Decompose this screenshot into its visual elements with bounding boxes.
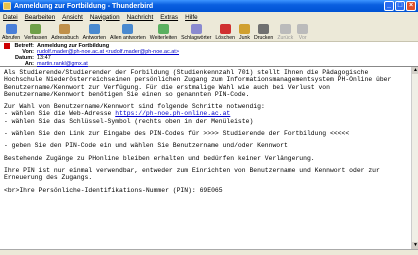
menu-bar: Datei Bearbeiten Ansicht Navigation Nach… [0,12,418,22]
toolbar-label: Schlagwörter [181,35,212,41]
body-paragraph: Zur Wahl von Benutzername/Kennwort sind … [4,103,407,125]
menu-nachricht[interactable]: Nachricht [127,14,154,21]
menu-datei[interactable]: Datei [3,14,18,21]
thunderbird-icon [3,2,11,10]
vertical-scrollbar[interactable]: ▲ ▼ [411,67,418,249]
toolbar-button-back[interactable]: Zurück [277,24,293,41]
menu-extras[interactable]: Extras [160,14,178,21]
toolbar-label: Antworten [82,35,107,41]
body-paragraph: - geben Sie den PIN-Code ein und wählen … [4,142,288,150]
web-address-link[interactable]: https://ph-noe.ph-online.ac.at [115,110,230,117]
from-link[interactable]: rudolf.mader@ph-noe.ac.at <rudolf.mader@… [37,49,179,55]
back-icon [279,24,291,34]
menu-hilfe[interactable]: Hilfe [185,14,198,21]
toolbar-button-address-book[interactable]: Adressbuch [51,24,79,41]
scroll-up-icon[interactable]: ▲ [412,67,418,74]
toolbar-button-get-mail[interactable]: Abrufen [2,24,20,41]
body-line: - wählen Sie die Web-Adresse https://ph-… [4,110,230,117]
menu-ansicht[interactable]: Ansicht [62,14,83,21]
body-paragraph: Als Studierende/Studierender der Forbild… [4,69,396,98]
toolbar-label: Vor [298,35,307,41]
toolbar-label: Löschen [215,35,235,41]
toolbar-label: Junk [239,35,250,41]
reply-all-icon [122,24,134,34]
toolbar-button-tag[interactable]: Schlagwörter [181,24,211,41]
toolbar-button-junk[interactable]: Junk [238,24,250,41]
menu-bearbeiten[interactable]: Bearbeiten [25,14,55,21]
menu-navigation[interactable]: Navigation [90,14,120,21]
body-line: Zur Wahl von Benutzername/Kennwort sind … [4,103,265,111]
toolbar-label: Abrufen [2,35,21,41]
forward-icon [157,24,169,34]
reply-icon [88,24,100,34]
toolbar-button-forward-nav[interactable]: Vor [297,24,309,41]
body-paragraph: - wählen Sie den Link zur Eingabe des PI… [4,130,350,138]
toolbar-label: Verfassen [24,35,48,41]
body-paragraph: Ihre PIN ist nur einmal verwendbar, entw… [4,166,384,182]
toolbar-button-reply-all[interactable]: Allen antworten [110,24,146,41]
body-paragraph: Bestehende Zugänge zu PHonline bleiben e… [4,154,315,162]
delete-icon [219,24,231,34]
window-title: Anmeldung zur Fortbildung - Thunderbird [14,2,154,10]
toolbar-label: Adressbuch [51,35,79,41]
maximize-button[interactable]: □ [395,1,405,11]
toolbar-button-compose[interactable]: Verfassen [24,24,47,41]
body-text: - wählen Sie die Web-Adresse [4,110,116,118]
forward-nav-icon [297,24,309,34]
toolbar-button-reply[interactable]: Antworten [83,24,106,41]
get-mail-icon [5,24,17,34]
body-paragraph: <br>Ihre Persönliche-Identifikations-Num… [4,186,223,194]
toolbar-label: Zurück [277,35,294,41]
toolbar-label: Drucken [253,35,274,41]
toolbar-label: Weiterleiten [149,35,178,41]
scroll-down-icon[interactable]: ▼ [412,242,418,249]
compose-icon [30,24,42,34]
title-bar: Anmeldung zur Fortbildung - Thunderbird … [0,0,418,12]
toolbar-button-delete[interactable]: Löschen [215,24,235,41]
status-bar [0,249,418,255]
minimize-button[interactable]: _ [384,1,394,11]
toolbar: Abrufen Verfassen Adressbuch Antworten Allen… [0,22,418,42]
body-line: - wählen Sie das Schlüssel-Symbol (recht… [4,117,254,125]
message-body[interactable]: Als Studierende/Studierender der Forbild… [0,67,411,249]
toolbar-label: Allen antworten [110,35,146,41]
junk-icon [238,24,250,34]
toolbar-button-forward[interactable]: Weiterleiten [150,24,177,41]
tag-icon [190,24,202,34]
message-header: Betreff: Anmeldung zur Fortbildung Von: … [0,42,418,67]
toolbar-button-print[interactable]: Drucken [254,24,273,41]
close-button[interactable]: × [406,1,416,11]
print-icon [258,24,270,34]
address-book-icon [59,24,71,34]
